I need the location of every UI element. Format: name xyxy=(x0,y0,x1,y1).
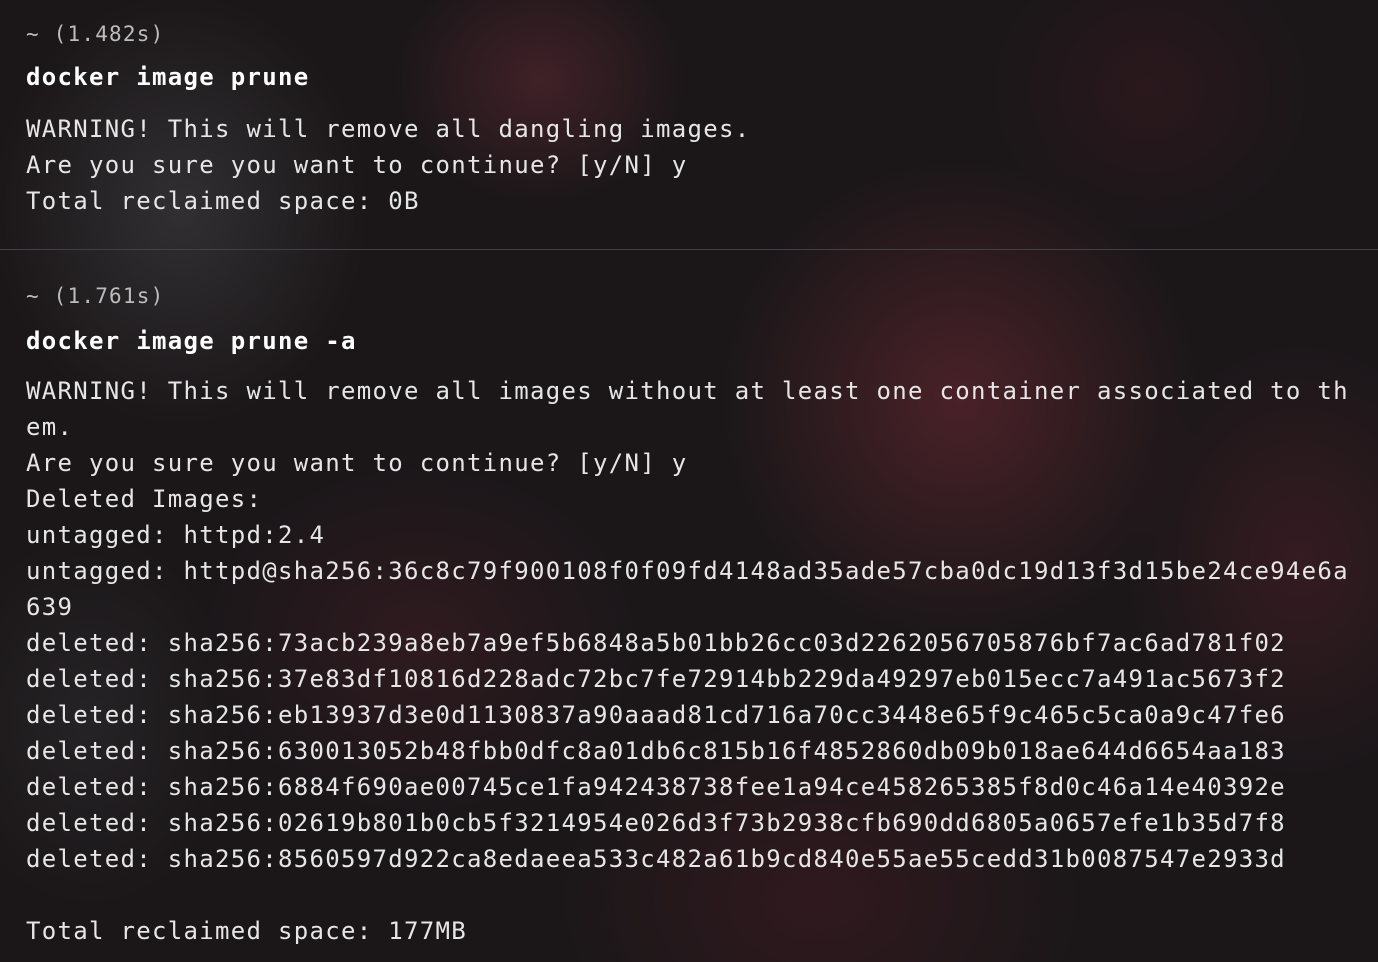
output-line: untagged: httpd:2.4 xyxy=(26,521,326,549)
command-block-1[interactable]: ~ (1.482s) docker image prune WARNING! T… xyxy=(0,0,1378,249)
output-line: deleted: sha256:8560597d922ca8edaeea533c… xyxy=(26,845,1286,873)
block-prompt-duration: ~ (1.761s) xyxy=(26,284,165,308)
block-command: docker image prune -a xyxy=(26,327,357,355)
block-prompt-duration: ~ (1.482s) xyxy=(26,22,165,46)
output-line: Are you sure you want to continue? [y/N]… xyxy=(26,151,688,179)
command-block-2[interactable]: ~ (1.761s) docker image prune -a WARNING… xyxy=(0,250,1378,962)
output-line: Deleted Images: xyxy=(26,485,263,513)
output-line: Total reclaimed space: 0B xyxy=(26,187,420,215)
output-line: Are you sure you want to continue? [y/N]… xyxy=(26,449,688,477)
output-line: deleted: sha256:6884f690ae00745ce1fa9424… xyxy=(26,773,1286,801)
block-command: docker image prune xyxy=(26,63,310,91)
output-line: deleted: sha256:630013052b48fbb0dfc8a01d… xyxy=(26,737,1286,765)
output-line: 639 xyxy=(26,593,74,621)
output-line: Total reclaimed space: 177MB xyxy=(26,917,467,945)
output-line: em. xyxy=(26,413,74,441)
output-line: WARNING! This will remove all images wit… xyxy=(26,377,1349,405)
output-line: WARNING! This will remove all dangling i… xyxy=(26,115,751,143)
output-line: deleted: sha256:73acb239a8eb7a9ef5b6848a… xyxy=(26,629,1286,657)
output-line: untagged: httpd@sha256:36c8c79f900108f0f… xyxy=(26,557,1349,585)
output-line: deleted: sha256:eb13937d3e0d1130837a90aa… xyxy=(26,701,1286,729)
output-line: deleted: sha256:37e83df10816d228adc72bc7… xyxy=(26,665,1286,693)
output-line: deleted: sha256:02619b801b0cb5f3214954e0… xyxy=(26,809,1286,837)
